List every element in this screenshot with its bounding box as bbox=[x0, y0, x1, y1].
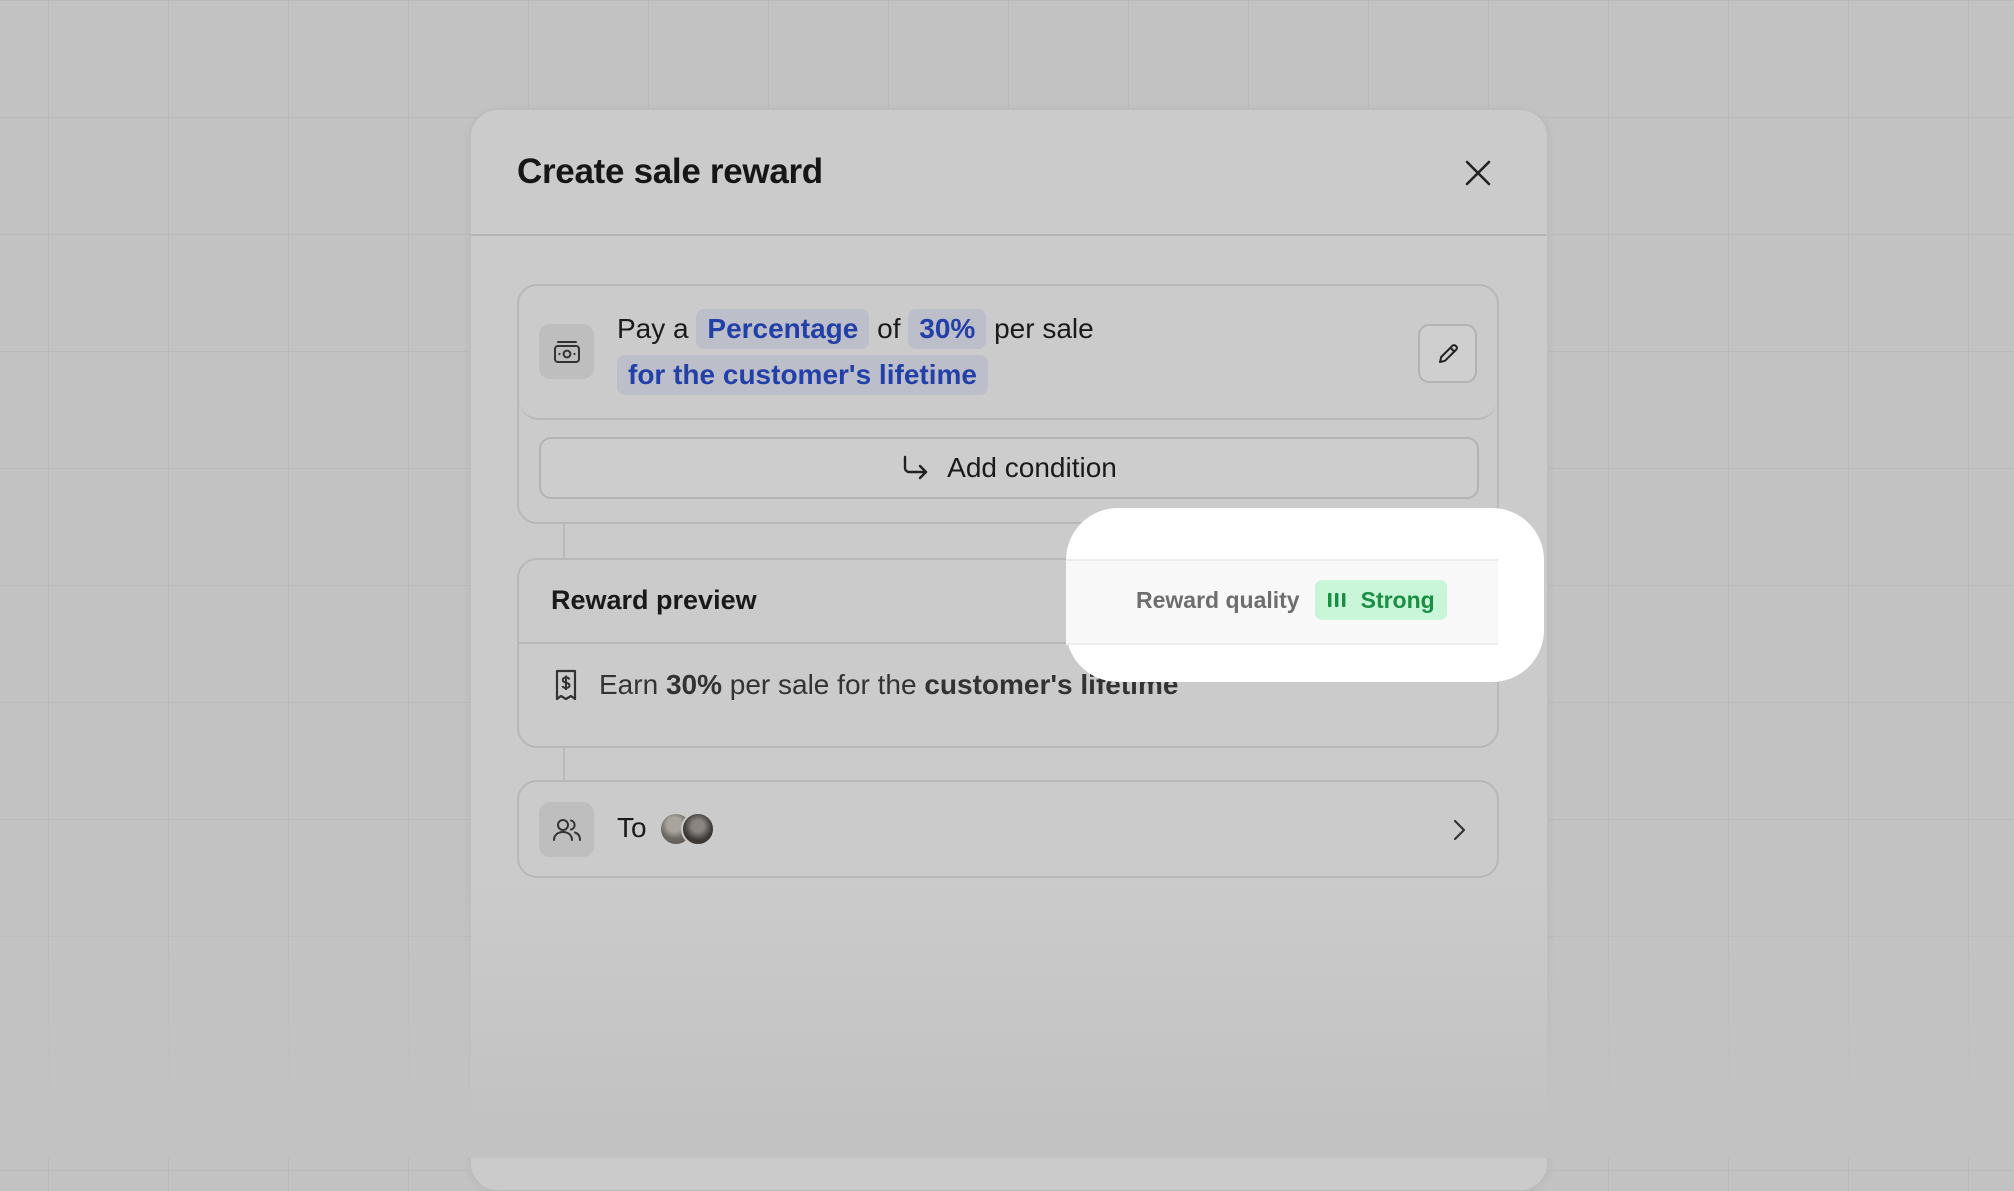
reward-prefix: Pay a bbox=[617, 313, 689, 344]
reward-preview-text: Earn 30% per sale for the customer's lif… bbox=[551, 668, 1178, 702]
close-icon bbox=[1465, 160, 1491, 186]
recipients-label: To bbox=[617, 812, 647, 843]
reward-of: of bbox=[877, 313, 901, 344]
modal-header: Create sale reward bbox=[471, 110, 1547, 236]
reward-quality-label: Reward quality bbox=[1136, 586, 1300, 613]
receipt-dollar-icon bbox=[555, 669, 577, 701]
add-condition-button[interactable]: Add condition bbox=[539, 437, 1479, 499]
connector-line bbox=[563, 524, 565, 558]
reward-card: Pay a Percentage of 30% per sale for the… bbox=[517, 284, 1499, 524]
reward-amount-chip[interactable]: 30% bbox=[908, 309, 987, 349]
reward-type-chip[interactable]: Percentage bbox=[696, 309, 870, 349]
add-condition-label: Add condition bbox=[947, 452, 1117, 483]
reward-quality: Reward quality Strong bbox=[1136, 580, 1447, 620]
reward-summary: Pay a Percentage of 30% per sale for the… bbox=[519, 286, 1497, 420]
reward-preview-title: Reward preview bbox=[551, 585, 757, 615]
connector-line bbox=[563, 748, 565, 780]
modal-title: Create sale reward bbox=[517, 152, 823, 191]
money-icon bbox=[539, 324, 594, 379]
preview-middle: per sale for the bbox=[729, 669, 917, 700]
chevron-right-icon bbox=[1453, 819, 1466, 841]
signal-bars-icon bbox=[1327, 593, 1346, 607]
pencil-icon bbox=[1438, 343, 1458, 363]
reward-duration-chip[interactable]: for the customer's lifetime bbox=[617, 355, 988, 395]
reward-sentence: Pay a Percentage of 30% per sale for the… bbox=[617, 306, 1094, 398]
bottom-fade bbox=[0, 878, 2014, 1158]
users-icon bbox=[539, 802, 594, 857]
recipients-row[interactable]: To bbox=[517, 780, 1499, 878]
edit-button[interactable] bbox=[1418, 324, 1477, 383]
arrow-turn-right-icon bbox=[903, 455, 928, 480]
close-button[interactable] bbox=[1453, 148, 1503, 198]
avatar bbox=[681, 812, 715, 846]
preview-earn: Earn bbox=[599, 669, 659, 700]
reward-quality-value: Strong bbox=[1360, 586, 1435, 613]
preview-amount: 30% bbox=[665, 669, 722, 700]
reward-quality-badge: Strong bbox=[1314, 580, 1447, 620]
reward-suffix: per sale bbox=[994, 313, 1094, 344]
